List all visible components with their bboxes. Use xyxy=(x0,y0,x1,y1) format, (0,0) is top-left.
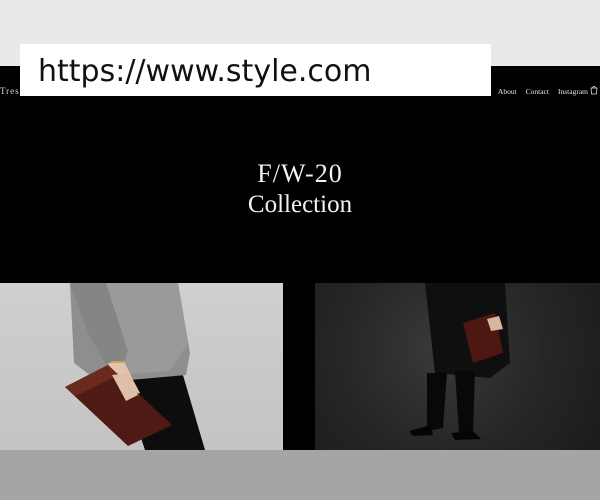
cart-icon[interactable] xyxy=(590,85,598,95)
nav-contact-link[interactable]: Contact xyxy=(526,87,549,96)
site-logo[interactable]: Tres xyxy=(0,86,20,96)
hero-title-line1: F/W-20 xyxy=(257,159,343,188)
url-text[interactable]: https://www.style.com xyxy=(38,54,371,89)
nav-links: About Contact Instagram xyxy=(498,87,588,96)
hero-banner: F/W-20 Collection xyxy=(0,96,600,282)
collection-tile-left[interactable] xyxy=(0,283,283,450)
collection-tiles xyxy=(0,283,600,450)
nav-instagram-link[interactable]: Instagram xyxy=(558,87,588,96)
collection-tile-right[interactable] xyxy=(315,283,600,450)
nav-about-link[interactable]: About xyxy=(498,87,517,96)
hero-title-line2: Collection xyxy=(247,191,353,218)
website: Tres About Contact Instagram F/W-20 Coll… xyxy=(0,66,600,450)
address-bar[interactable]: https://www.style.com xyxy=(20,44,491,96)
model-photo-black-coat xyxy=(409,283,510,440)
page-bottom-strip xyxy=(0,450,600,500)
model-photo-grey-sweater xyxy=(65,283,205,450)
